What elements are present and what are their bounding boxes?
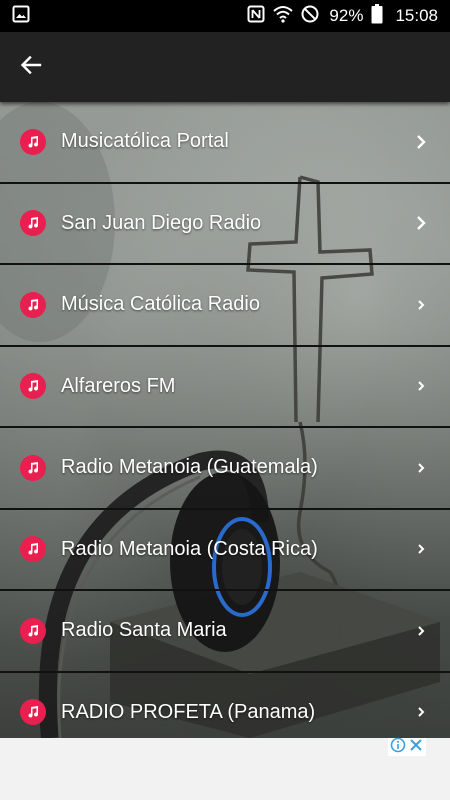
station-name: Musicatólica Portal — [61, 130, 229, 153]
image-icon — [12, 5, 30, 28]
list-item[interactable]: Radio Santa Maria — [0, 591, 450, 673]
list-item[interactable]: RADIO PROFETA (Panama) — [0, 673, 450, 739]
ad-info-icon[interactable] — [390, 737, 406, 758]
music-note-icon — [20, 536, 46, 563]
station-list: Musicatólica Portal San Juan Diego Radio… — [0, 102, 450, 738]
chevron-right-icon — [414, 706, 428, 718]
battery-percent: 92% — [329, 6, 364, 25]
station-name: Radio Metanoia (Costa Rica) — [61, 537, 318, 560]
music-note-icon — [20, 291, 46, 318]
back-button[interactable] — [14, 50, 48, 84]
music-note-icon — [20, 210, 46, 237]
list-item[interactable]: San Juan Diego Radio — [0, 184, 450, 265]
chevron-right-icon — [414, 380, 428, 392]
music-note-icon — [20, 699, 46, 726]
chevron-right-icon — [414, 299, 428, 311]
station-name: Radio Santa Maria — [61, 619, 227, 642]
chevron-right-icon — [414, 625, 428, 637]
list-item[interactable]: Musicatólica Portal — [0, 102, 450, 184]
music-note-icon — [20, 128, 46, 155]
list-item[interactable]: Radio Metanoia (Guatemala) — [0, 428, 450, 510]
arrow-back-icon — [19, 53, 43, 82]
station-name: Alfareros FM — [61, 374, 176, 397]
station-name: RADIO PROFETA (Panama) — [61, 700, 316, 723]
chevron-right-icon — [414, 462, 428, 474]
app-bar — [0, 32, 450, 102]
music-note-icon — [20, 617, 46, 644]
status-time: 15:08 — [395, 6, 438, 25]
station-name: Radio Metanoia (Guatemala) — [61, 456, 318, 479]
wifi-icon — [273, 5, 294, 28]
do-not-disturb-icon — [301, 5, 319, 28]
battery-icon — [371, 3, 383, 29]
station-name: Música Católica Radio — [61, 293, 260, 316]
music-note-icon — [20, 454, 46, 481]
music-note-icon — [20, 373, 46, 400]
chevron-right-icon — [414, 134, 428, 150]
ad-choices-badge[interactable] — [388, 737, 426, 758]
list-item[interactable]: Alfareros FM — [0, 347, 450, 428]
chevron-right-icon — [414, 543, 428, 555]
status-bar: 92% 15:08 — [0, 0, 450, 32]
list-item[interactable]: Música Católica Radio — [0, 265, 450, 347]
station-list-area: Musicatólica Portal San Juan Diego Radio… — [0, 102, 450, 738]
nfc-icon — [247, 5, 265, 28]
ad-close-icon[interactable] — [408, 737, 424, 758]
list-item[interactable]: Radio Metanoia (Costa Rica) — [0, 510, 450, 591]
station-name: San Juan Diego Radio — [61, 211, 262, 234]
chevron-right-icon — [414, 215, 428, 231]
ad-banner[interactable] — [0, 737, 450, 800]
